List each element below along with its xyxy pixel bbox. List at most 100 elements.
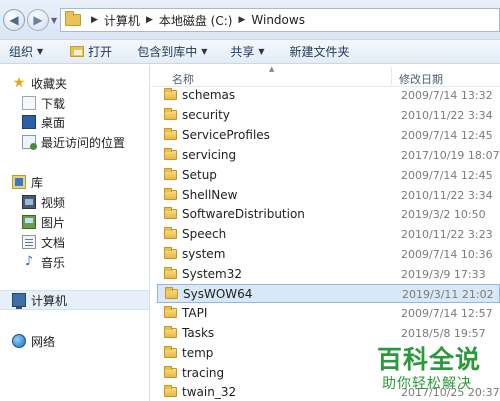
file-date: 2009/7/14 12:45 (401, 169, 493, 182)
table-row[interactable]: Setup 2009/7/14 12:45 (157, 166, 500, 185)
chevron-right-icon[interactable]: ▶ (91, 15, 98, 25)
nav-item-computer[interactable]: 计算机 (0, 290, 149, 310)
file-name: temp (182, 346, 214, 360)
library-icon (12, 175, 26, 189)
folder-icon (165, 287, 178, 299)
recent-pages-dropdown-icon[interactable]: ▼ (51, 16, 57, 25)
open-button[interactable]: 打开 (52, 43, 121, 60)
folder-icon (164, 326, 177, 338)
folder-icon (164, 385, 177, 397)
folder-icon (65, 11, 81, 26)
address-bar-row: ◀ ▶ ▼ ▶ 计算机 ▶ 本地磁盘 (C:) ▶ Windows (0, 0, 500, 40)
file-name: SoftwareDistribution (182, 207, 305, 221)
file-date: 2019/3/11 21:02 (402, 288, 494, 301)
nav-item-desktop[interactable]: 桌面 (0, 112, 65, 132)
file-name: security (182, 108, 230, 122)
file-name: ServiceProfiles (182, 128, 270, 142)
back-button[interactable]: ◀ (3, 9, 25, 31)
folder-icon (164, 108, 177, 120)
command-toolbar: 组织 ▼ 打开 包含到库中 ▼ 共享 ▼ 新建文件夹 (0, 40, 500, 64)
table-row[interactable]: System32 2019/3/9 17:33 (157, 265, 500, 284)
folder-icon (164, 227, 177, 239)
file-name: System32 (182, 267, 243, 281)
folder-icon (164, 168, 177, 180)
open-label: 打开 (88, 45, 113, 59)
share-label: 共享 (230, 45, 255, 59)
table-row[interactable]: Speech 2010/11/22 3:23 (157, 225, 500, 244)
nav-label: 视频 (41, 195, 66, 210)
network-globe-icon (12, 334, 26, 348)
chevron-down-icon: ▼ (37, 47, 44, 56)
nav-item-libraries[interactable]: 库 (0, 172, 43, 192)
table-row-selected[interactable]: SysWOW64 2019/3/11 21:02 (157, 284, 500, 303)
column-header-name[interactable]: 名称 (172, 71, 194, 87)
star-icon: ★ (12, 75, 26, 91)
nav-item-favorites[interactable]: ★ 收藏夹 (0, 73, 67, 93)
chevron-right-icon[interactable]: ▶ (146, 15, 153, 25)
nav-label: 图片 (41, 215, 66, 230)
chevron-down-icon: ▼ (258, 47, 265, 56)
folder-icon (164, 128, 177, 140)
table-row[interactable]: system 2009/7/14 10:36 (157, 245, 500, 264)
folder-icon (164, 188, 177, 200)
nav-item-pictures[interactable]: 图片 (0, 212, 65, 232)
folder-icon (164, 207, 177, 219)
include-in-library-label: 包含到库中 (137, 45, 198, 59)
music-note-icon: ♪ (24, 254, 34, 269)
open-folder-icon (70, 46, 85, 57)
breadcrumb-local-disk[interactable]: 本地磁盘 (C:) (159, 12, 233, 29)
file-date: 2019/3/2 10:50 (401, 208, 486, 221)
navigation-pane: ★ 收藏夹 下载 桌面 最近访问的位置 库 视频 图片 文档 ♪ 音乐 计算机 网络 (0, 65, 150, 401)
forward-button[interactable]: ▶ (27, 9, 49, 31)
file-name: Speech (182, 227, 227, 241)
file-date: 2009/7/14 12:57 (401, 307, 493, 320)
folder-icon (164, 88, 177, 100)
nav-item-network[interactable]: 网络 (0, 331, 55, 351)
file-name: TAPI (182, 306, 208, 320)
include-in-library-button[interactable]: 包含到库中 ▼ (121, 43, 216, 60)
chevron-right-icon[interactable]: ▶ (238, 15, 245, 25)
arrow-right-icon: ▶ (33, 13, 43, 27)
address-field[interactable]: ▶ 计算机 ▶ 本地磁盘 (C:) ▶ Windows (60, 8, 500, 32)
sort-ascending-icon: ▲ (269, 65, 275, 73)
table-row[interactable]: ServiceProfiles 2009/7/14 12:45 (157, 126, 500, 145)
file-date: 2019/3/9 17:33 (401, 268, 486, 281)
folder-icon (164, 346, 177, 358)
desktop-icon (22, 115, 36, 129)
breadcrumb-computer[interactable]: 计算机 (104, 12, 140, 29)
folder-icon (164, 267, 177, 279)
table-row[interactable]: SoftwareDistribution 2019/3/2 10:50 (157, 205, 500, 224)
file-name: servicing (182, 148, 237, 162)
table-row[interactable]: servicing 2017/10/19 18:07 (157, 146, 500, 165)
table-row[interactable]: schemas 2009/7/14 13:32 (157, 86, 500, 105)
nav-item-videos[interactable]: 视频 (0, 192, 65, 212)
nav-label: 库 (31, 175, 44, 190)
file-date: 2010/11/22 3:23 (401, 228, 493, 241)
nav-item-downloads[interactable]: 下载 (0, 93, 65, 113)
file-date: 2010/11/22 3:34 (401, 109, 493, 122)
file-name: system (182, 247, 226, 261)
file-name: Setup (182, 168, 217, 182)
table-row[interactable]: TAPI 2009/7/14 12:57 (157, 304, 500, 323)
new-folder-label: 新建文件夹 (289, 45, 350, 59)
folder-icon (164, 247, 177, 259)
nav-item-recent[interactable]: 最近访问的位置 (0, 132, 125, 152)
folder-icon (164, 306, 177, 318)
file-name: twain_32 (182, 385, 237, 399)
nav-label: 音乐 (41, 255, 66, 270)
file-date: 2009/7/14 12:45 (401, 129, 493, 142)
table-row[interactable]: security 2010/11/22 3:34 (157, 106, 500, 125)
column-divider[interactable] (391, 67, 392, 85)
breadcrumb-windows[interactable]: Windows (251, 13, 305, 27)
table-row[interactable]: ShellNew 2010/11/22 3:34 (157, 186, 500, 205)
nav-label: 桌面 (41, 115, 66, 130)
nav-label: 计算机 (31, 293, 68, 308)
file-date: 2009/7/14 13:32 (401, 89, 493, 102)
nav-item-music[interactable]: ♪ 音乐 (0, 252, 65, 272)
new-folder-button[interactable]: 新建文件夹 (274, 43, 359, 60)
organize-button[interactable]: 组织 ▼ (0, 43, 52, 60)
nav-item-documents[interactable]: 文档 (0, 232, 65, 252)
column-header-date[interactable]: 修改日期 (399, 71, 443, 87)
file-date: 2009/7/14 10:36 (401, 248, 493, 261)
share-button[interactable]: 共享 ▼ (216, 43, 273, 60)
